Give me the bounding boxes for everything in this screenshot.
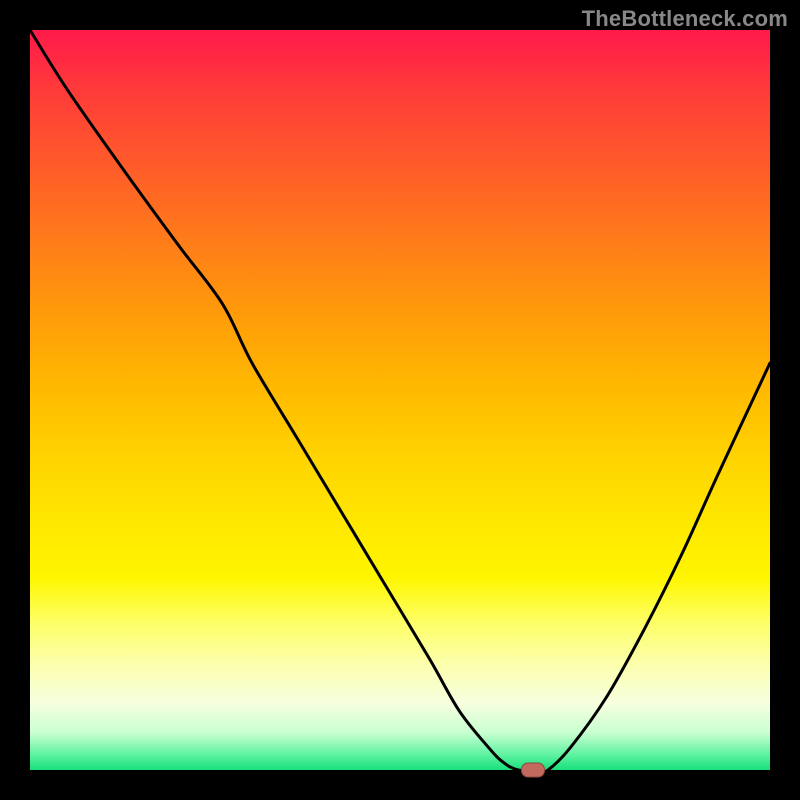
curve-svg	[30, 30, 770, 770]
minimum-marker	[521, 763, 545, 778]
chart-frame: TheBottleneck.com	[0, 0, 800, 800]
plot-area	[30, 30, 770, 770]
watermark-text: TheBottleneck.com	[582, 6, 788, 32]
bottleneck-curve-line	[30, 30, 770, 772]
